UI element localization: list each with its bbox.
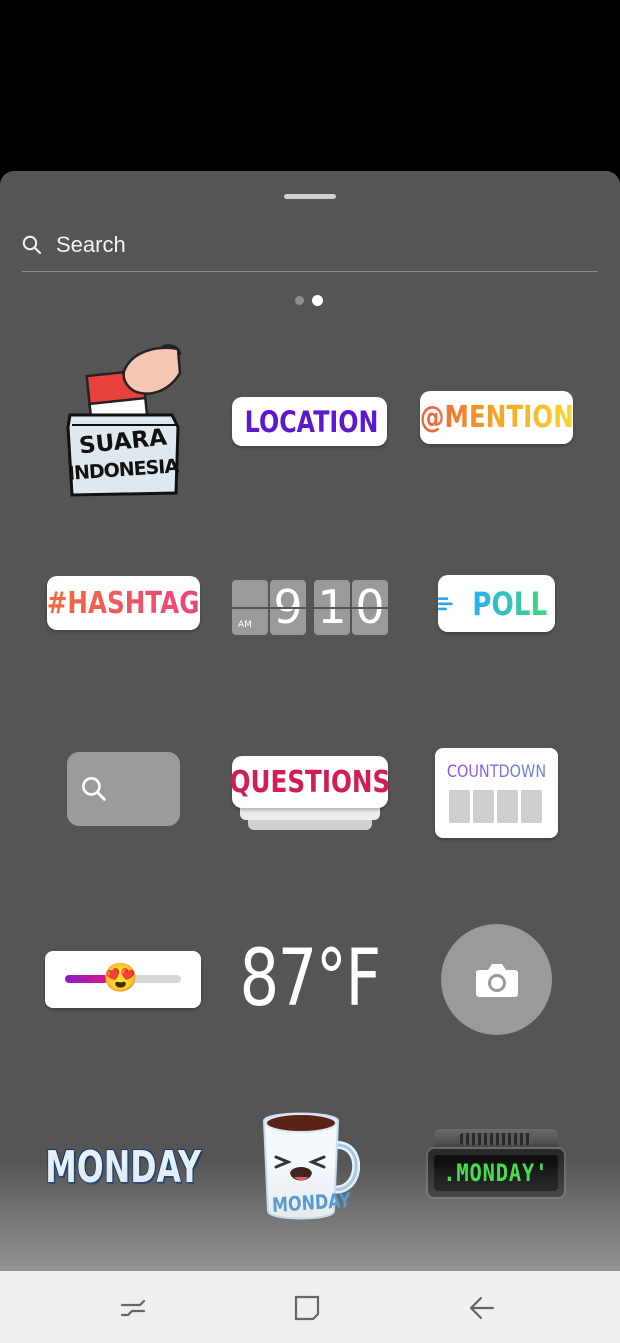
mention-label: @MENTION — [419, 400, 574, 435]
countdown-label: COUNTDOWN — [444, 762, 549, 782]
search-placeholder: Search — [56, 232, 126, 257]
drag-handle[interactable] — [284, 194, 336, 199]
sticker-countdown[interactable]: COUNTDOWN — [435, 748, 558, 838]
sticker-camera[interactable] — [441, 924, 552, 1035]
location-label: LOCATION — [244, 404, 379, 439]
sticker-emoji-slider[interactable]: 😍 — [45, 951, 201, 1008]
search-icon — [82, 777, 106, 801]
monday-mug-label: MONDAY — [271, 1187, 352, 1218]
time-ampm: AM — [238, 620, 252, 630]
page-indicator — [295, 295, 323, 306]
hashtag-label: #HASHTAG — [47, 585, 200, 621]
alarm-clock-label: .MONDAY' — [443, 1159, 549, 1187]
search-bar[interactable]: Search — [22, 219, 598, 272]
countdown-slot-1 — [449, 790, 470, 823]
sticker-location[interactable]: LOCATION — [232, 397, 387, 446]
alarm-clock-speaker — [460, 1133, 532, 1145]
sticker-time[interactable]: AM 9 1 0 — [232, 578, 388, 636]
home-button[interactable] — [292, 1293, 322, 1323]
page-dot-2-active — [312, 295, 323, 306]
sticker-monday-text[interactable]: MONDAY — [45, 1136, 201, 1198]
sticker-tray: Search SUARA INDONESIA LOCATION @MENTION… — [0, 171, 620, 1271]
sticker-mention[interactable]: @MENTION — [420, 391, 573, 444]
flip-divider — [232, 607, 388, 609]
poll-label: POLL — [471, 584, 547, 623]
sticker-poll[interactable]: POLL — [438, 575, 555, 632]
recent-apps-icon — [120, 1299, 146, 1317]
countdown-slot-3 — [497, 790, 518, 823]
back-icon — [469, 1296, 495, 1320]
monday-text-label: MONDAY — [45, 1141, 201, 1193]
poll-lines-icon — [438, 596, 453, 610]
system-navigation-bar — [0, 1271, 620, 1343]
questions-card: QUESTIONS — [229, 756, 391, 808]
sticker-hashtag[interactable]: #HASHTAG — [47, 576, 200, 630]
temperature-label: 87°F — [239, 934, 382, 1024]
countdown-slot-2 — [473, 790, 494, 823]
sticker-monday-alarm-clock[interactable]: .MONDAY' — [426, 1129, 566, 1201]
slider-emoji: 😍 — [103, 962, 138, 993]
alarm-clock-screen: .MONDAY' — [434, 1155, 558, 1191]
back-button[interactable] — [466, 1293, 496, 1323]
sticker-questions[interactable]: QUESTIONS — [229, 756, 391, 831]
recent-apps-button[interactable] — [118, 1293, 148, 1323]
page-dot-1 — [295, 296, 304, 305]
countdown-slot-4 — [521, 790, 542, 823]
search-icon — [22, 235, 42, 255]
camera-icon — [476, 964, 518, 997]
slider-fill — [65, 975, 109, 983]
sticker-monday-mug[interactable]: MONDAY — [258, 1107, 361, 1223]
sticker-suara-indonesia[interactable]: SUARA INDONESIA — [62, 343, 184, 503]
sticker-search[interactable] — [67, 752, 180, 826]
home-icon — [294, 1295, 320, 1321]
questions-label: QUESTIONS — [229, 764, 391, 800]
sticker-temperature[interactable]: 87°F — [232, 931, 388, 1027]
